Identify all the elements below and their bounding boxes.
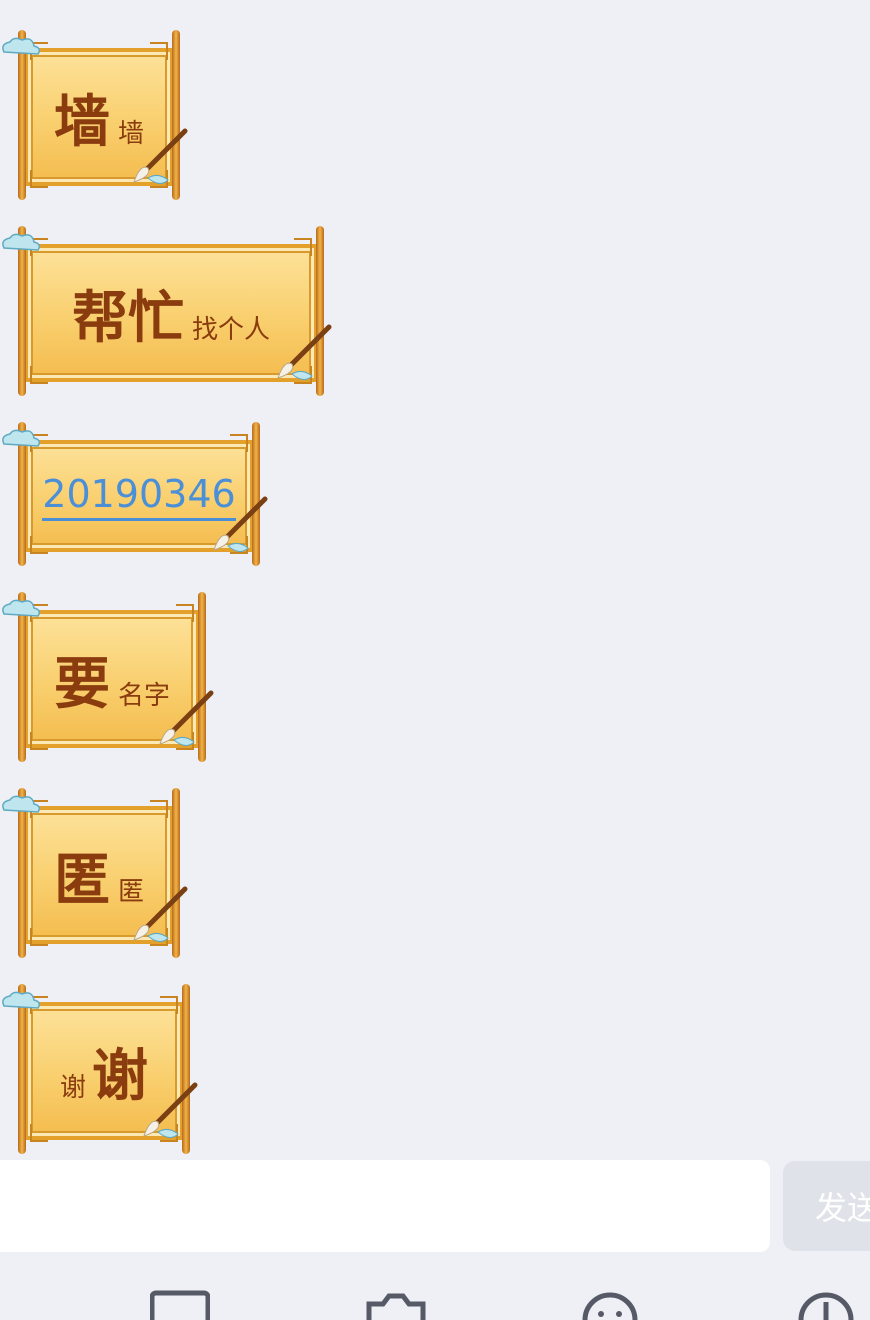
emoji-icon[interactable] (582, 1290, 638, 1320)
message-input[interactable] (0, 1160, 770, 1252)
sticker-text: 谢 谢 (18, 1002, 190, 1140)
sticker-big-text: 谢 (92, 1042, 148, 1109)
sticker-small-text: 名字 (117, 680, 170, 711)
sticker-message[interactable]: 墙 墙 (2, 30, 188, 200)
sticker-text: 帮忙 找个人 (18, 244, 324, 382)
composer-toolbar (0, 1260, 870, 1320)
sticker-small-text: 谢 (59, 1072, 86, 1103)
send-button[interactable]: 发送 (783, 1161, 870, 1251)
sticker-message[interactable]: 帮忙 找个人 (2, 226, 332, 396)
sticker-text: 匿 匿 (18, 806, 180, 944)
sticker-message[interactable]: 20190346 (2, 422, 268, 566)
sticker-small-text: 墙 (117, 118, 144, 149)
sticker-big-text: 要 (53, 650, 110, 717)
sticker-text: 墙 墙 (18, 48, 180, 186)
more-icon[interactable] (798, 1290, 854, 1320)
sticker-message[interactable]: 谢 谢 (2, 984, 198, 1154)
sticker-text: 要 名字 (18, 610, 206, 748)
sticker-big-text: 帮忙 (71, 284, 184, 351)
number-link[interactable]: 20190346 (42, 472, 236, 521)
sticker-big-text: 墙 (53, 88, 110, 155)
sticker-message[interactable]: 匿 匿 (2, 788, 188, 958)
chat-message-list[interactable]: 墙 墙 帮忙 找个人 20190346 要 名字 匿 匿 谢 谢 (0, 0, 870, 1160)
sticker-small-text: 找个人 (191, 314, 270, 345)
sticker-text: 20190346 (18, 440, 260, 552)
sticker-message[interactable]: 要 名字 (2, 592, 214, 762)
image-icon[interactable] (150, 1290, 210, 1320)
camera-icon[interactable] (366, 1290, 426, 1320)
sticker-big-text: 匿 (53, 846, 110, 913)
sticker-small-text: 匿 (117, 876, 144, 907)
